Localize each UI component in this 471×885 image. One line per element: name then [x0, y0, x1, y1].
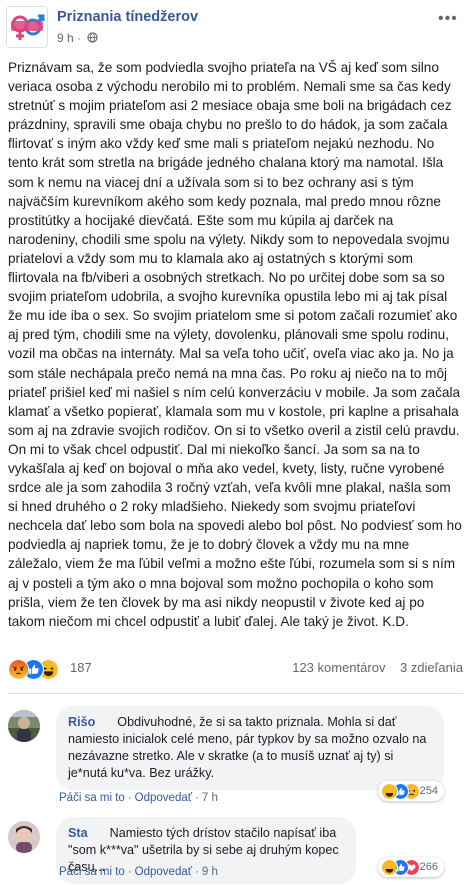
haha-icon: [381, 783, 398, 800]
avatar[interactable]: [8, 710, 40, 742]
comment-author-link[interactable]: Rišo: [68, 715, 95, 729]
reply-comment-link[interactable]: Odpovedať: [135, 866, 192, 878]
comment-actions: Páči sa mi to · Odpovedať · 9 h: [59, 866, 218, 878]
comments-count-link[interactable]: 123 komentárov: [292, 660, 385, 675]
comment-reaction-count: 266: [419, 861, 438, 873]
post-time[interactable]: 9 h: [57, 31, 74, 45]
angry-icon: [8, 659, 29, 680]
post-body: Priznávam sa, že som podviedla svojho pr…: [8, 60, 462, 629]
avatar[interactable]: [8, 821, 40, 853]
comment-item: Rišo Obdivuhodné, že si sa takto priznala…: [8, 706, 463, 806]
avatar-photo-icon: [8, 821, 40, 853]
comment-item: Sta Namiesto tých drístov stačilo napísať…: [8, 817, 463, 884]
post-header: Priznania tínedžerov 9 h · •••: [0, 0, 471, 52]
comment-bubble: Rišo Obdivuhodné, že si sa takto priznala…: [56, 706, 444, 790]
comment-text: Obdivuhodné, že si sa takto priznala. Mo…: [68, 715, 427, 780]
reactions-bar: 187 123 komentárov 3 zdieľania: [8, 657, 463, 681]
like-comment-link[interactable]: Páči sa mi to: [59, 866, 125, 878]
comment-reactions[interactable]: 254: [378, 781, 444, 801]
shares-count-link[interactable]: 3 zdieľania: [400, 660, 463, 675]
page-name-link[interactable]: Priznania tínedžerov: [57, 9, 198, 25]
post-meta: 9 h ·: [57, 31, 98, 45]
comment-reactions[interactable]: 266: [378, 857, 444, 877]
comment-actions: Páči sa mi to · Odpovedať · 7 h: [59, 792, 218, 804]
like-comment-link[interactable]: Páči sa mi to: [59, 792, 125, 804]
comment-time[interactable]: 7 h: [202, 792, 218, 804]
page-avatar[interactable]: [6, 6, 48, 48]
comment-share-counts: 123 komentárov 3 zdieľania: [292, 660, 463, 675]
avatar-photo-icon: [8, 710, 40, 742]
divider: [8, 693, 463, 694]
haha-icon: [381, 859, 398, 876]
globe-icon: [87, 32, 98, 43]
reaction-count[interactable]: 187: [70, 660, 92, 675]
comment-time[interactable]: 9 h: [202, 866, 218, 878]
page-logo-icon: [7, 7, 47, 47]
more-options-icon[interactable]: •••: [438, 10, 458, 28]
reply-comment-link[interactable]: Odpovedať: [135, 792, 192, 804]
comment-reaction-count: 254: [419, 785, 438, 797]
comment-author-link[interactable]: Sta: [68, 826, 88, 840]
